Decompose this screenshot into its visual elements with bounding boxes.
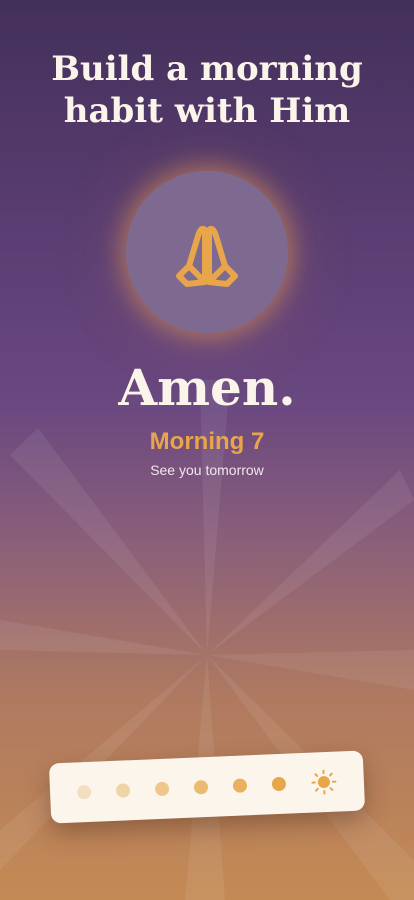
prayer-halo xyxy=(126,171,288,333)
title-line-1: Build a morning xyxy=(51,49,363,89)
progress-dot-day-2 xyxy=(115,783,131,798)
praying-hands-icon xyxy=(176,225,238,287)
streak-label: Morning 7 xyxy=(149,428,265,455)
completion-subtitle: See you tomorrow xyxy=(150,462,264,478)
title-line-2: habit with Him xyxy=(63,91,351,131)
progress-dot-day-1 xyxy=(76,784,91,800)
completion-heading: Amen. xyxy=(118,358,296,417)
progress-dot-day-6 xyxy=(271,776,287,792)
progress-dot-day-3 xyxy=(154,781,170,797)
progress-dot-day-5 xyxy=(232,778,248,793)
sun-icon xyxy=(311,769,338,796)
page-title: Build a morning habit with Him xyxy=(0,48,414,132)
progress-dot-day-4 xyxy=(193,779,209,795)
